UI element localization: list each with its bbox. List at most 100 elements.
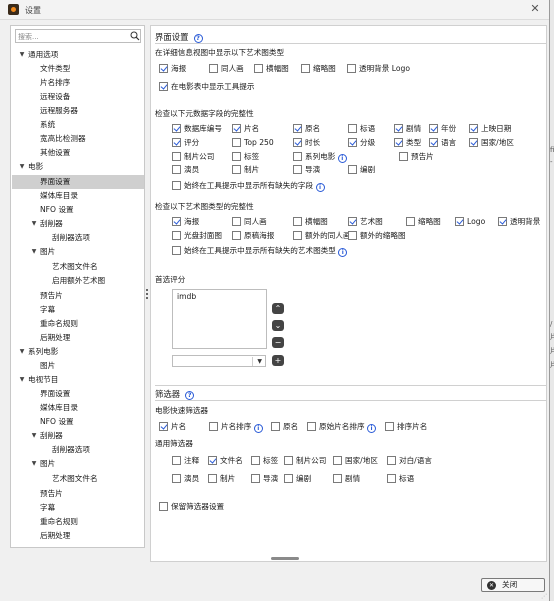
info-icon[interactable]: i — [366, 424, 376, 433]
meta-field-checkbox[interactable]: 原名 — [293, 123, 320, 134]
art-type-checkbox[interactable]: 透明背景 Logo — [347, 63, 410, 74]
tree-item[interactable]: ▼ 图片 — [12, 457, 144, 471]
art-check-checkbox[interactable]: 透明背景 — [498, 216, 540, 227]
meta-field-checkbox[interactable]: 数据库编号 — [172, 123, 222, 134]
meta-field-checkbox[interactable]: 类型 — [394, 137, 421, 148]
persist-filter-checkbox[interactable]: 保留筛选器设置 — [159, 501, 224, 512]
expand-arrow-icon[interactable]: ▼ — [30, 217, 38, 231]
art-check-checkbox[interactable]: 光盘封面图 — [172, 230, 222, 241]
meta-field-checkbox[interactable]: 国家/地区 — [469, 137, 514, 148]
search-icon[interactable] — [130, 31, 140, 41]
help-icon[interactable]: ? — [185, 391, 195, 400]
meta-field-checkbox[interactable]: 剧情 — [394, 123, 421, 134]
meta-field-checkbox[interactable]: 标签 — [232, 151, 259, 162]
horizontal-scrollbar[interactable] — [155, 557, 545, 561]
tree-item[interactable]: 后期处理 — [12, 331, 144, 345]
tree-item[interactable]: 远程设备 — [12, 90, 144, 104]
expand-arrow-icon[interactable]: ▼ — [18, 48, 26, 62]
tree-item[interactable]: ▼ 通用选项 — [12, 48, 144, 62]
resize-grip-icon[interactable]: ⋰ — [541, 593, 549, 601]
meta-field-checkbox[interactable]: 年份 — [429, 123, 456, 134]
rating-list[interactable]: imdb — [172, 289, 267, 349]
rating-item[interactable]: imdb — [177, 292, 196, 301]
tree-item[interactable]: 刮削器选项 — [12, 231, 144, 245]
tree-item[interactable]: ▼ 电视节目 — [12, 373, 144, 387]
info-icon[interactable]: i — [337, 154, 347, 163]
remove-button[interactable]: − — [272, 337, 284, 348]
help-icon[interactable]: ? — [193, 34, 203, 43]
tree-item[interactable]: 启用额外艺术图 — [12, 274, 144, 288]
meta-field-checkbox[interactable]: 编剧 — [348, 164, 375, 175]
expand-arrow-icon[interactable]: ▼ — [30, 457, 38, 471]
tree-item[interactable]: 预告片 — [12, 289, 144, 303]
art-type-checkbox[interactable]: 缩略图 — [301, 63, 336, 74]
art-check-checkbox[interactable]: 额外的缩略图 — [348, 230, 406, 241]
tree-item[interactable]: ▼ 刮削器 — [12, 217, 144, 231]
expand-arrow-icon[interactable]: ▼ — [30, 245, 38, 259]
tree-item[interactable]: ▼ 系列电影 — [12, 345, 144, 359]
art-check-checkbox[interactable]: 原稿海报 — [232, 230, 274, 241]
expand-arrow-icon[interactable]: ▼ — [18, 345, 26, 359]
expand-arrow-icon[interactable]: ▼ — [18, 160, 26, 174]
tree-item[interactable]: 系统 — [12, 118, 144, 132]
info-icon[interactable]: i — [315, 183, 325, 192]
tree-item[interactable]: 艺术图文件名 — [12, 472, 144, 486]
meta-field-checkbox[interactable]: 语言 — [429, 137, 456, 148]
general-filter-checkbox[interactable]: 制片公司 — [284, 455, 326, 466]
meta-field-checkbox[interactable]: 系列电影 i — [293, 151, 347, 163]
general-filter-checkbox[interactable]: 标语 — [387, 473, 414, 484]
tree-item[interactable]: 刮削器选项 — [12, 443, 144, 457]
art-type-checkbox[interactable]: 海报 — [159, 63, 186, 74]
meta-field-checkbox[interactable]: 片名 — [232, 123, 259, 134]
general-filter-checkbox[interactable]: 剧情 — [333, 473, 360, 484]
tree-item[interactable]: 艺术图文件名 — [12, 260, 144, 274]
general-filter-checkbox[interactable]: 演员 — [172, 473, 199, 484]
tree-item[interactable]: NFO 设置 — [12, 415, 144, 429]
tree-item[interactable]: 字幕 — [12, 501, 144, 515]
meta-field-checkbox[interactable]: 导演 — [293, 164, 320, 175]
general-filter-checkbox[interactable]: 注释 — [172, 455, 199, 466]
quick-filter-checkbox[interactable]: 片名排序 i — [209, 421, 263, 433]
tree-item[interactable]: ▼ 图片 — [12, 245, 144, 259]
tree-item[interactable]: 字幕 — [12, 303, 144, 317]
tree-item[interactable]: 宽高比检测器 — [12, 132, 144, 146]
expand-arrow-icon[interactable]: ▼ — [30, 429, 38, 443]
tree-item[interactable]: 界面设置 — [12, 387, 144, 401]
close-button[interactable]: ✕ 关闭 — [481, 578, 545, 592]
art-check-checkbox[interactable]: Logo — [455, 216, 485, 227]
general-filter-checkbox[interactable]: 国家/地区 — [333, 455, 378, 466]
rating-combo[interactable]: ▼ — [172, 355, 266, 367]
move-down-button[interactable]: ⌄ — [272, 320, 284, 331]
meta-field-checkbox[interactable]: 制片 — [232, 164, 259, 175]
search-input[interactable] — [18, 31, 122, 42]
meta-field-checkbox[interactable]: 评分 — [172, 137, 199, 148]
tree-item[interactable]: 媒体库目录 — [12, 401, 144, 415]
scrollbar-thumb[interactable] — [271, 557, 299, 560]
quick-filter-checkbox[interactable]: 排序片名 — [385, 421, 427, 432]
art-check-checkbox[interactable]: 艺术图 — [348, 216, 383, 227]
general-filter-checkbox[interactable]: 对白/语言 — [387, 455, 432, 466]
art-type-checkbox[interactable]: 横幅图 — [254, 63, 289, 74]
quick-filter-checkbox[interactable]: 片名 — [159, 421, 186, 432]
tree-item[interactable]: NFO 设置 — [12, 203, 144, 217]
close-icon[interactable]: ✕ — [528, 2, 542, 16]
tree-item[interactable]: 图片 — [12, 359, 144, 373]
art-check-checkbox[interactable]: 同人画 — [232, 216, 267, 227]
meta-field-checkbox[interactable]: 标语 — [348, 123, 375, 134]
tree-item[interactable]: 重命名规则 — [12, 317, 144, 331]
move-up-button[interactable]: ⌃ — [272, 303, 284, 314]
info-icon[interactable]: i — [253, 424, 263, 433]
art-check-checkbox[interactable]: 海报 — [172, 216, 199, 227]
art-type-checkbox[interactable]: 同人画 — [209, 63, 244, 74]
quick-filter-checkbox[interactable]: 原始片名排序 i — [307, 421, 376, 433]
tree-item[interactable]: 重命名规则 — [12, 515, 144, 529]
general-filter-checkbox[interactable]: 编剧 — [284, 473, 311, 484]
tree-item[interactable]: 后期处理 — [12, 529, 144, 543]
meta-field-checkbox[interactable]: 预告片 — [399, 151, 434, 162]
tree-item[interactable]: 远程服务器 — [12, 104, 144, 118]
add-button[interactable]: + — [272, 355, 284, 366]
splitter-handle[interactable] — [146, 288, 149, 302]
meta-field-checkbox[interactable]: 时长 — [293, 137, 320, 148]
quick-filter-checkbox[interactable]: 原名 — [271, 421, 298, 432]
general-filter-checkbox[interactable]: 制片 — [208, 473, 235, 484]
